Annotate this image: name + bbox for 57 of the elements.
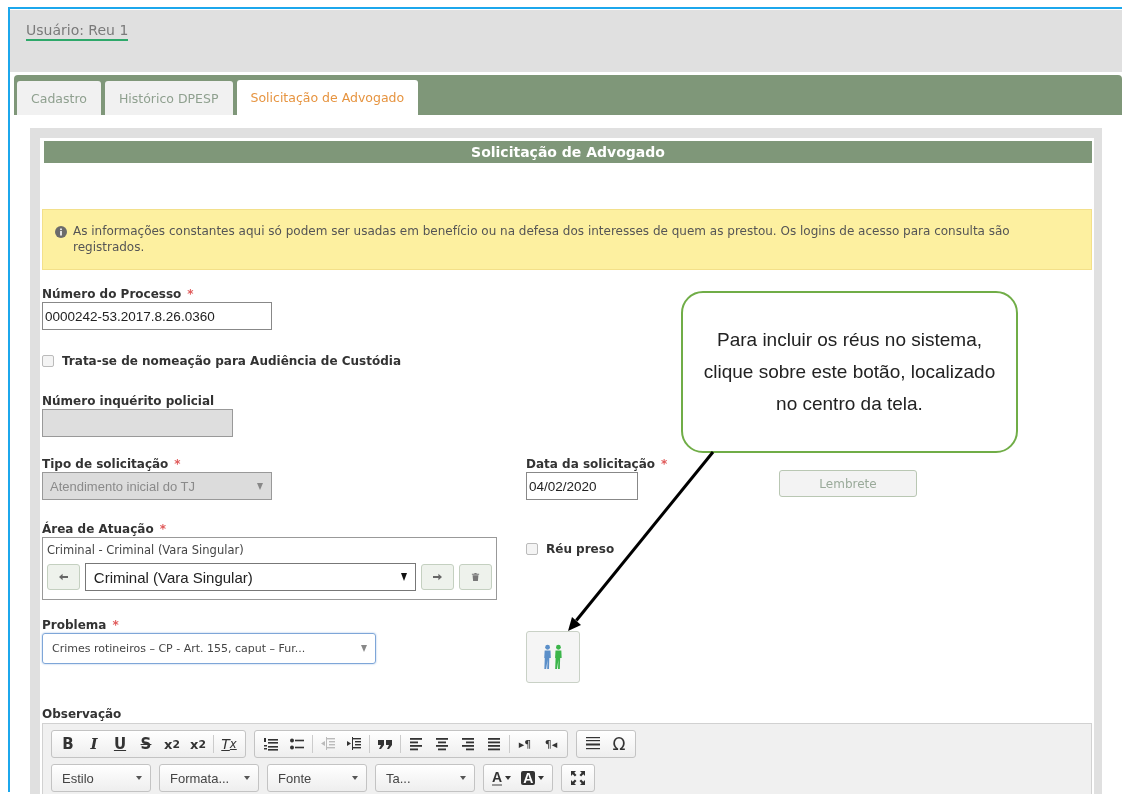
required-mark: * — [174, 456, 181, 471]
left-to-right-button[interactable]: ▸¶ — [512, 732, 538, 756]
left-arrow-icon — [58, 573, 68, 581]
outdent-icon — [320, 736, 336, 752]
indent-icon — [346, 736, 362, 752]
area-summary: Criminal - Criminal (Vara Singular) — [47, 543, 245, 559]
align-right-icon — [460, 736, 476, 752]
checkbox-label: Trata-se de nomeação para Audiência de Custódia — [62, 354, 401, 368]
required-mark: * — [661, 456, 668, 471]
user-label: Usuário: Reu 1 — [26, 22, 129, 41]
maximize-button[interactable] — [561, 764, 596, 792]
bold-button[interactable]: B — [55, 732, 81, 756]
align-center-icon — [434, 736, 450, 752]
forward-button[interactable] — [421, 564, 455, 590]
field-label: Tipo de solicitação — [42, 456, 169, 471]
field-label: Data da solicitação — [526, 456, 656, 471]
field-label: Número inquérito policial — [42, 393, 215, 408]
format-dropdown[interactable]: Fonte — [267, 764, 367, 792]
field-label: Observação — [42, 707, 122, 721]
strikethrough-button[interactable]: S — [133, 732, 159, 756]
align-left-icon — [408, 736, 424, 752]
special-character-button[interactable]: Ω — [606, 732, 632, 756]
delete-button[interactable] — [459, 564, 492, 590]
back-button[interactable] — [47, 564, 80, 590]
field-label: Área de Atuação — [42, 521, 154, 536]
format-dropdown[interactable]: Formata... — [159, 764, 259, 792]
background-color-button[interactable]: A — [516, 766, 550, 790]
field-label: Número do Processo — [42, 286, 182, 301]
checkbox[interactable] — [526, 543, 538, 555]
add-defendants-button[interactable] — [526, 631, 580, 683]
date-field[interactable]: 04/02/2020 — [526, 472, 638, 500]
trash-icon — [471, 573, 481, 581]
numbered-list-icon — [263, 736, 279, 752]
justify-icon — [486, 736, 502, 752]
required-mark: * — [187, 286, 194, 301]
field-label: Problema — [42, 617, 107, 632]
process-number-field[interactable]: 0000242-53.2017.8.26.0360 — [42, 302, 272, 330]
alert-text: As informações constantes aqui só podem ser usadas em benefício ou na defesa dos interesses de quem as prestou. Os logins de acesso para consulta são registrados. — [73, 223, 1011, 255]
area-select[interactable]: Criminal (Vara Singular) — [84, 563, 417, 591]
format-dropdown[interactable]: Estilo — [51, 764, 151, 792]
text-color-button[interactable]: A — [487, 766, 517, 790]
format-dropdown[interactable]: Ta... — [375, 764, 475, 792]
underline-button[interactable]: U — [107, 732, 133, 756]
required-mark: * — [112, 617, 119, 632]
section-header: Solicitação de Advogado — [44, 141, 1092, 163]
italic-button[interactable]: I — [81, 732, 107, 756]
horizontal-line-icon — [585, 736, 601, 752]
callout-text: Para incluir os réus no sistema, clique sobre este botão, localizado no centro da tela. — [703, 328, 996, 416]
info-icon — [55, 226, 67, 238]
maximize-icon — [570, 770, 587, 786]
problem-select[interactable]: Crimes rotineiros – CP - Art. 155, caput – Fur... — [42, 633, 376, 664]
bulleted-list-icon — [289, 736, 305, 752]
checkbox-label: Réu preso — [546, 542, 615, 556]
required-mark: * — [159, 521, 166, 536]
right-to-left-button[interactable]: ¶◂ — [538, 732, 564, 756]
checkbox[interactable] — [42, 355, 54, 367]
right-arrow-icon — [433, 573, 443, 581]
